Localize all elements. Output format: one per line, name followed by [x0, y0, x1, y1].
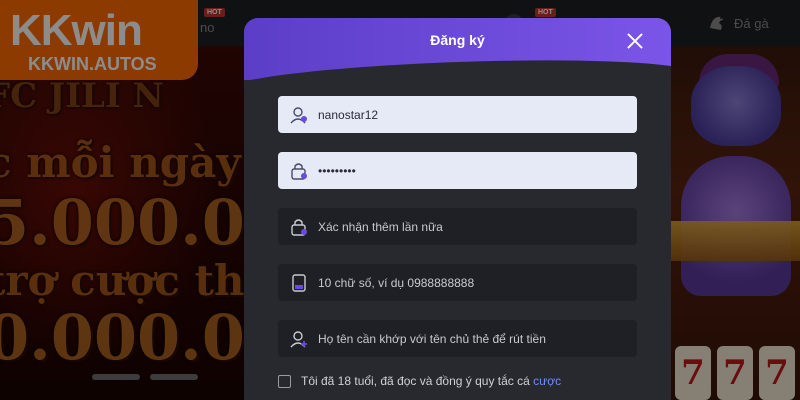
modal-title: Đăng ký [430, 32, 485, 48]
confirm-password-field[interactable] [278, 208, 637, 245]
phone-input[interactable] [318, 264, 637, 301]
terms-text: Tôi đã 18 tuổi, đã đọc và đồng ý quy tắc… [301, 374, 530, 388]
confirm-password-input[interactable] [318, 208, 637, 245]
close-button[interactable] [624, 30, 646, 52]
fullname-input[interactable] [318, 320, 637, 357]
password-field[interactable] [278, 152, 637, 189]
username-field[interactable] [278, 96, 637, 133]
phone-field[interactable] [278, 264, 637, 301]
username-input[interactable] [318, 96, 637, 133]
lock-icon [288, 160, 310, 182]
password-input[interactable] [318, 152, 637, 189]
user-add-icon [288, 328, 310, 350]
user-icon [288, 104, 310, 126]
phone-icon [288, 272, 310, 294]
fullname-field[interactable] [278, 320, 637, 357]
terms-agreement: Tôi đã 18 tuổi, đã đọc và đồng ý quy tắc… [278, 374, 561, 388]
modal-header: Đăng ký [244, 18, 671, 111]
register-modal: Đăng ký nanostar12 ••••••••• 10 chữ số, … [244, 18, 671, 400]
terms-link[interactable]: cược [533, 374, 561, 388]
lock-icon [288, 216, 310, 238]
terms-checkbox[interactable] [278, 374, 291, 388]
